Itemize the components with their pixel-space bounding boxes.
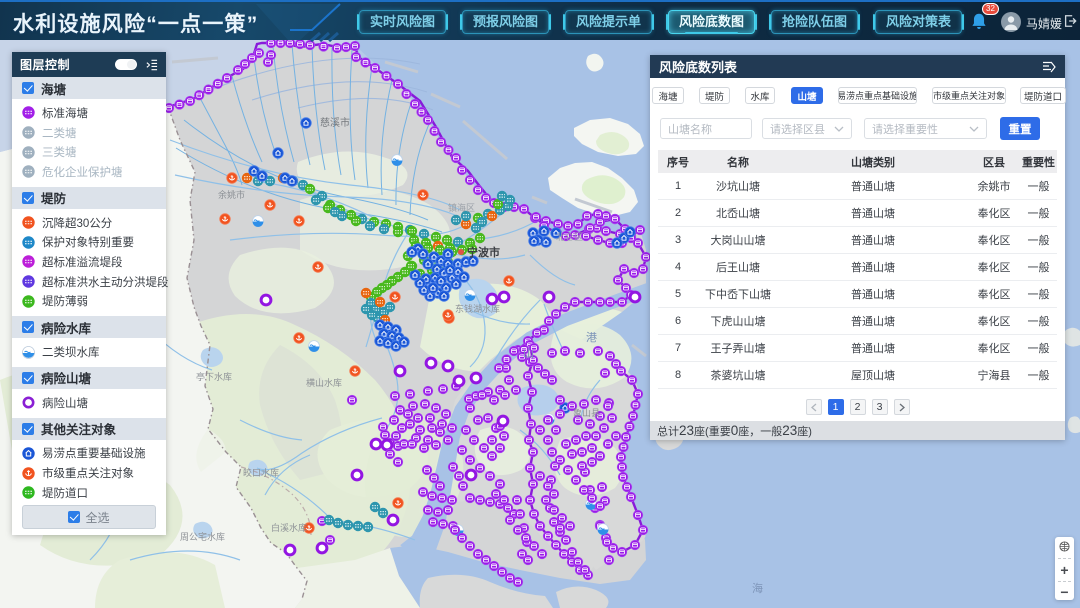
svg-text:慈溪市: 慈溪市: [320, 116, 350, 129]
svg-text:亭下水库: 亭下水库: [196, 371, 232, 382]
svg-text:海: 海: [752, 581, 763, 595]
svg-text:宁波市: 宁波市: [467, 245, 500, 259]
svg-text:横山水库: 横山水库: [306, 377, 342, 388]
svg-text:镇海区: 镇海区: [448, 202, 475, 213]
svg-text:港: 港: [586, 331, 597, 344]
svg-text:山: 山: [523, 347, 534, 360]
svg-text:北仑区: 北仑区: [556, 231, 583, 242]
svg-text:周公宅水库: 周公宅水库: [180, 531, 225, 542]
svg-text:东钱湖水库: 东钱湖水库: [455, 303, 500, 314]
svg-text:象山县: 象山县: [573, 407, 600, 418]
svg-text:白溪水库: 白溪水库: [271, 522, 307, 533]
svg-text:皎口水库: 皎口水库: [243, 467, 279, 478]
svg-text:余姚市: 余姚市: [218, 189, 245, 200]
